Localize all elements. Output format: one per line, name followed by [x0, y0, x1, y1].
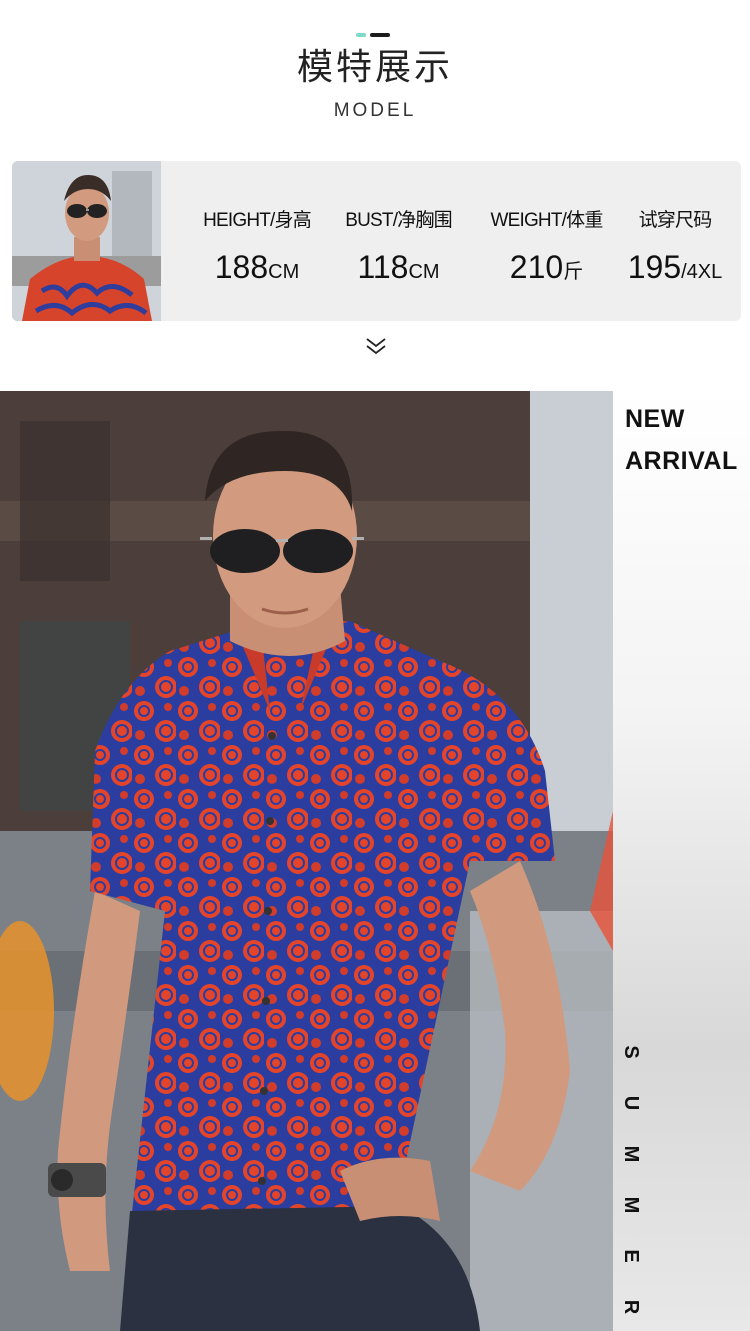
- summer-letter: M: [620, 1145, 642, 1163]
- stat-weight-unit: 斤: [563, 261, 584, 283]
- stat-bust-number: 118: [357, 249, 409, 285]
- stat-weight-value: 210斤: [484, 249, 609, 286]
- stat-bust-label: BUST/净胸围: [345, 210, 452, 231]
- summer-letter: E: [620, 1249, 642, 1263]
- stat-size-value: 195/4XL: [624, 249, 726, 286]
- summer-letter: M: [620, 1196, 642, 1214]
- stat-bust-value: 118CM: [336, 249, 461, 286]
- summer-letter: U: [620, 1095, 642, 1111]
- new-arrival-line1: NEW: [625, 405, 685, 433]
- model-thumbnail-illustration: [12, 161, 161, 321]
- decoration-dash-dark: [370, 33, 390, 37]
- section-title: 模特展示: [296, 47, 453, 88]
- model-hero-illustration: [0, 391, 613, 1331]
- summer-letter: R: [620, 1299, 642, 1315]
- stat-weight: WEIGHT/体重 210斤: [484, 161, 609, 321]
- stat-height-number: 188: [214, 249, 269, 285]
- summer-letter: S: [620, 1045, 642, 1059]
- section-subtitle: MODEL: [333, 100, 417, 121]
- stat-bust: BUST/净胸围 118CM: [336, 161, 461, 321]
- product-detail-page: 模特展示 MODEL HEIGHT/身高 188CM BUST/净胸围 118C…: [0, 0, 750, 1331]
- stat-weight-label: WEIGHT/体重: [490, 210, 603, 231]
- decoration-dash-teal: [356, 33, 366, 37]
- stat-height-label: HEIGHT/身高: [203, 210, 312, 231]
- summer-vertical-text: S U M M E R: [619, 1040, 649, 1331]
- stat-weight-number: 210: [509, 249, 564, 285]
- stat-height-unit: CM: [268, 261, 300, 283]
- stat-size-number: 195: [627, 249, 682, 285]
- stat-bust-unit: CM: [408, 261, 440, 283]
- model-hero-image: [0, 391, 613, 1331]
- model-stats-panel: HEIGHT/身高 188CM BUST/净胸围 118CM WEIGHT/体重…: [12, 161, 741, 321]
- stat-size-unit: /4XL: [681, 261, 723, 283]
- stat-height-value: 188CM: [197, 249, 317, 286]
- stat-size-label: 试穿尺码: [638, 210, 713, 231]
- double-chevron-down-icon[interactable]: [364, 335, 388, 357]
- stat-height: HEIGHT/身高 188CM: [197, 161, 317, 321]
- stat-size: 试穿尺码 195/4XL: [624, 161, 726, 321]
- new-arrival-line2: ARRIVAL: [625, 447, 738, 475]
- new-arrival-label: NEW ARRIVAL: [625, 398, 738, 482]
- model-thumbnail-image: [12, 161, 161, 321]
